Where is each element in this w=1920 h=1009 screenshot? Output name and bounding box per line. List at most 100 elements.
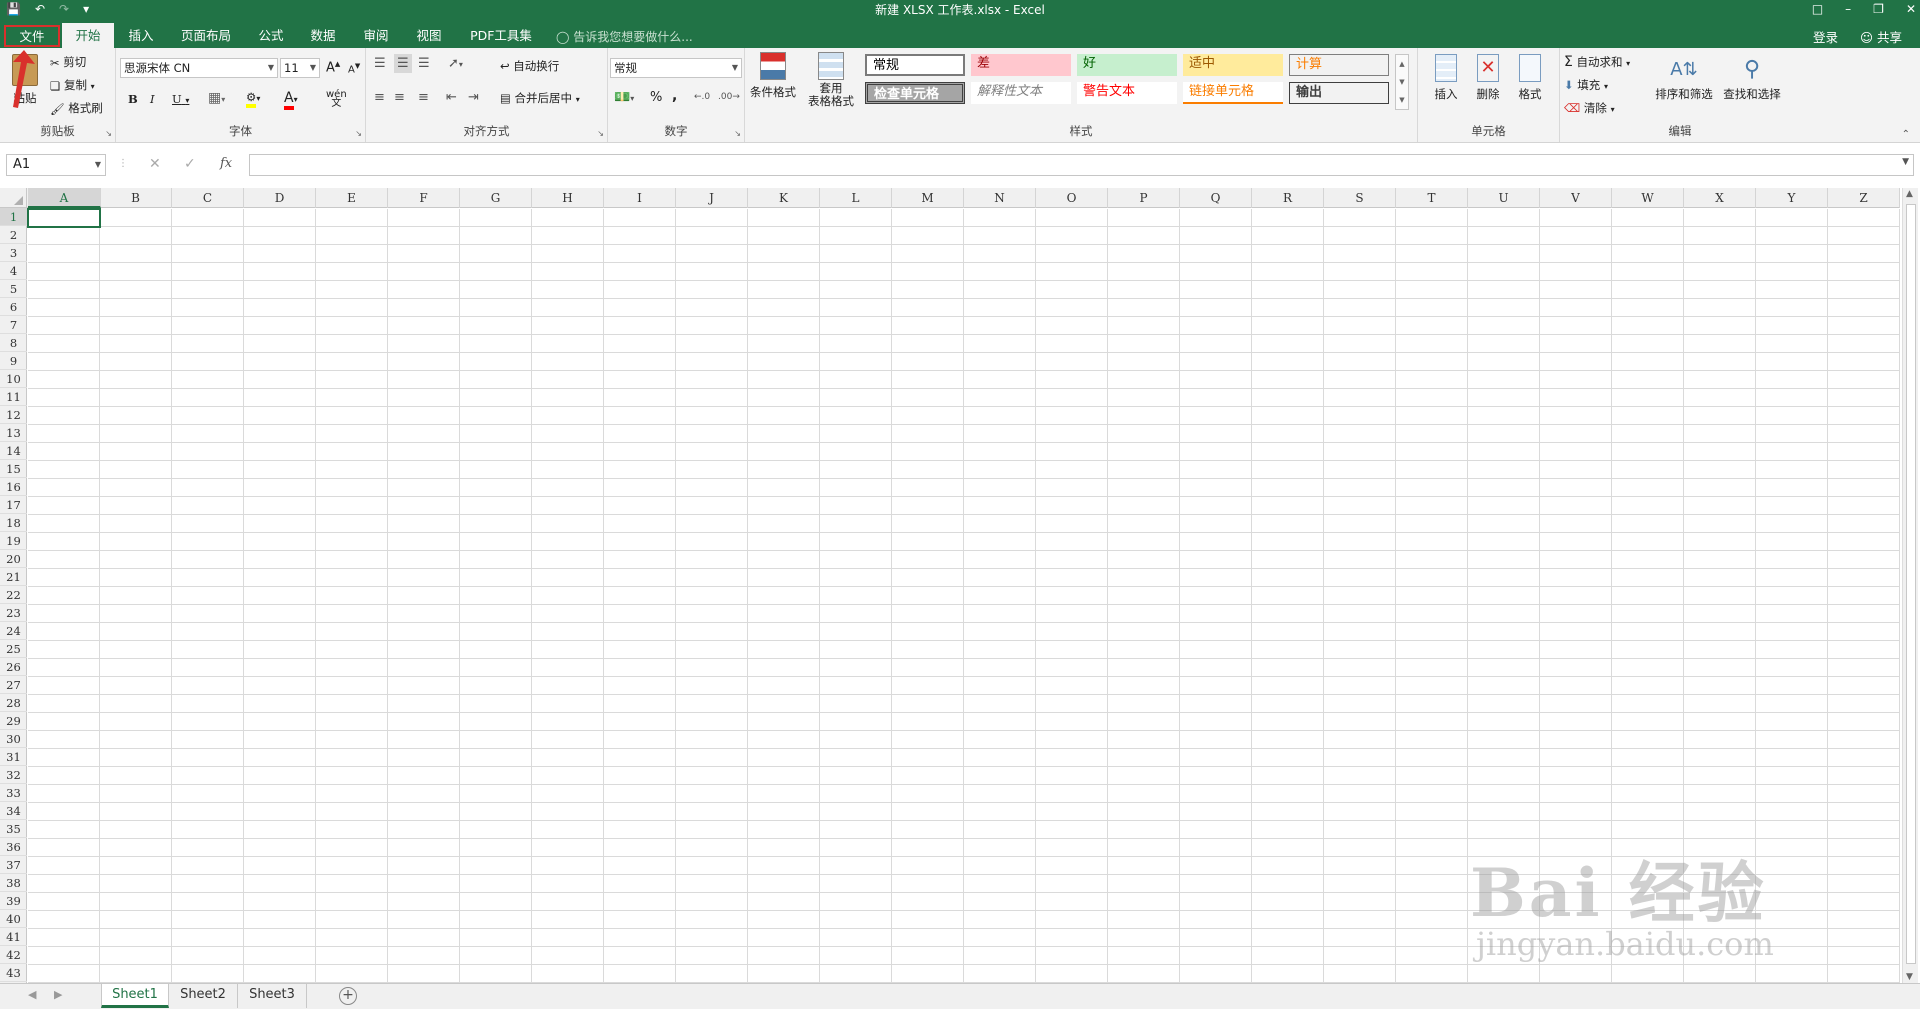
prev-sheet-icon[interactable]: ◀ <box>28 988 36 1001</box>
italic-button[interactable]: I <box>150 92 155 106</box>
tab-data[interactable]: 数据 <box>300 23 346 48</box>
name-box[interactable]: A1 ▼ <box>6 154 106 176</box>
row-header-41[interactable]: 41 <box>0 928 27 946</box>
style-linked-cell[interactable]: 链接单元格 <box>1183 82 1283 104</box>
font-size-select[interactable]: 11 ▼ <box>280 58 320 78</box>
decrease-indent-button[interactable]: ⇤ <box>446 90 457 105</box>
row-header-23[interactable]: 23 <box>0 604 27 622</box>
grow-font-button[interactable]: A▲ <box>326 60 340 75</box>
tell-me-box[interactable]: ◯ 告诉我您想要做什么... <box>556 28 693 45</box>
row-header-15[interactable]: 15 <box>0 460 27 478</box>
scroll-down-icon[interactable]: ▼ <box>1906 972 1913 982</box>
row-header-11[interactable]: 11 <box>0 388 27 406</box>
column-header-n[interactable]: N <box>964 188 1036 208</box>
expand-formula-icon[interactable]: ▼ <box>1902 157 1909 167</box>
phonetic-button[interactable]: wén 文 <box>326 90 347 109</box>
select-all-button[interactable] <box>0 188 27 208</box>
column-header-l[interactable]: L <box>820 188 892 208</box>
add-sheet-button[interactable]: + <box>339 987 357 1005</box>
row-header-29[interactable]: 29 <box>0 712 27 730</box>
column-header-z[interactable]: Z <box>1828 188 1900 208</box>
column-header-o[interactable]: O <box>1036 188 1108 208</box>
column-header-g[interactable]: G <box>460 188 532 208</box>
close-icon[interactable]: ✕ <box>1906 2 1916 16</box>
row-header-24[interactable]: 24 <box>0 622 27 640</box>
sheet-tab-2[interactable]: Sheet2 <box>169 984 238 1008</box>
row-header-8[interactable]: 8 <box>0 334 27 352</box>
accounting-format-button[interactable]: 💵▾ <box>614 90 634 105</box>
format-painter-button[interactable]: 🖌 格式刷 <box>50 100 103 116</box>
active-cell[interactable] <box>27 208 101 228</box>
row-header-27[interactable]: 27 <box>0 676 27 694</box>
row-header-37[interactable]: 37 <box>0 856 27 874</box>
next-sheet-icon[interactable]: ▶ <box>54 988 62 1001</box>
column-header-i[interactable]: I <box>604 188 676 208</box>
column-header-r[interactable]: R <box>1252 188 1324 208</box>
style-calculation[interactable]: 计算 <box>1289 54 1389 76</box>
dialog-launcher-icon[interactable]: ↘ <box>597 129 604 138</box>
format-as-table-button[interactable]: 套用 表格格式 <box>801 52 861 108</box>
column-header-q[interactable]: Q <box>1180 188 1252 208</box>
row-header-25[interactable]: 25 <box>0 640 27 658</box>
ribbon-display-icon[interactable]: □ <box>1812 2 1823 16</box>
row-header-28[interactable]: 28 <box>0 694 27 712</box>
row-header-1[interactable]: 1 <box>0 208 27 226</box>
tab-home[interactable]: 开始 <box>62 23 114 48</box>
row-header-39[interactable]: 39 <box>0 892 27 910</box>
row-header-38[interactable]: 38 <box>0 874 27 892</box>
formula-input[interactable]: ▼ <box>249 154 1914 176</box>
orientation-button[interactable]: ➚▾ <box>448 56 463 71</box>
merge-center-button[interactable]: ▤ 合并后居中 ▾ <box>500 90 580 106</box>
underline-button[interactable]: U ▾ <box>172 92 189 106</box>
align-center-button[interactable]: ≡ <box>394 90 405 105</box>
row-header-34[interactable]: 34 <box>0 802 27 820</box>
tab-insert[interactable]: 插入 <box>118 23 164 48</box>
row-header-33[interactable]: 33 <box>0 784 27 802</box>
font-color-button[interactable]: A▾ <box>284 90 298 110</box>
row-header-20[interactable]: 20 <box>0 550 27 568</box>
find-select-button[interactable]: ⚲ 查找和选择 <box>1718 54 1786 102</box>
restore-icon[interactable]: ❐ <box>1873 2 1884 16</box>
insert-function-button[interactable]: fx <box>220 156 232 171</box>
gallery-scroll[interactable]: ▲ ▼ ▼ <box>1395 54 1409 110</box>
fill-color-button[interactable]: ⚙▾ <box>246 90 260 108</box>
style-bad[interactable]: 差 <box>971 54 1071 76</box>
row-header-9[interactable]: 9 <box>0 352 27 370</box>
column-header-f[interactable]: F <box>388 188 460 208</box>
row-header-40[interactable]: 40 <box>0 910 27 928</box>
increase-indent-button[interactable]: ⇥ <box>468 90 479 105</box>
column-header-m[interactable]: M <box>892 188 964 208</box>
percent-button[interactable]: % <box>650 90 662 105</box>
tab-review[interactable]: 审阅 <box>353 23 399 48</box>
bold-button[interactable]: B <box>128 92 138 106</box>
minimize-icon[interactable]: – <box>1845 2 1851 16</box>
tab-file[interactable]: 文件 <box>4 25 60 47</box>
row-header-22[interactable]: 22 <box>0 586 27 604</box>
column-header-e[interactable]: E <box>316 188 388 208</box>
row-header-10[interactable]: 10 <box>0 370 27 388</box>
row-header-17[interactable]: 17 <box>0 496 27 514</box>
row-header-7[interactable]: 7 <box>0 316 27 334</box>
scroll-up-icon[interactable]: ▲ <box>1906 189 1913 199</box>
column-header-y[interactable]: Y <box>1756 188 1828 208</box>
align-left-button[interactable]: ≡ <box>374 90 385 105</box>
dialog-launcher-icon[interactable]: ↘ <box>734 129 741 138</box>
sheet-tab-3[interactable]: Sheet3 <box>238 984 307 1008</box>
column-header-t[interactable]: T <box>1396 188 1468 208</box>
middle-align-button[interactable]: ☰ <box>394 54 412 73</box>
row-header-4[interactable]: 4 <box>0 262 27 280</box>
column-header-w[interactable]: W <box>1612 188 1684 208</box>
conditional-format-button[interactable]: 条件格式 <box>749 52 797 100</box>
column-header-h[interactable]: H <box>532 188 604 208</box>
column-header-u[interactable]: U <box>1468 188 1540 208</box>
row-header-30[interactable]: 30 <box>0 730 27 748</box>
row-header-19[interactable]: 19 <box>0 532 27 550</box>
fill-button[interactable]: ⬇ 填充 ▾ <box>1564 77 1608 93</box>
column-header-p[interactable]: P <box>1108 188 1180 208</box>
row-header-14[interactable]: 14 <box>0 442 27 460</box>
tab-formulas[interactable]: 公式 <box>248 23 294 48</box>
row-header-43[interactable]: 43 <box>0 964 27 982</box>
tab-pdf-tools[interactable]: PDF工具集 <box>462 23 540 48</box>
row-header-18[interactable]: 18 <box>0 514 27 532</box>
dialog-launcher-icon[interactable]: ↘ <box>355 129 362 138</box>
